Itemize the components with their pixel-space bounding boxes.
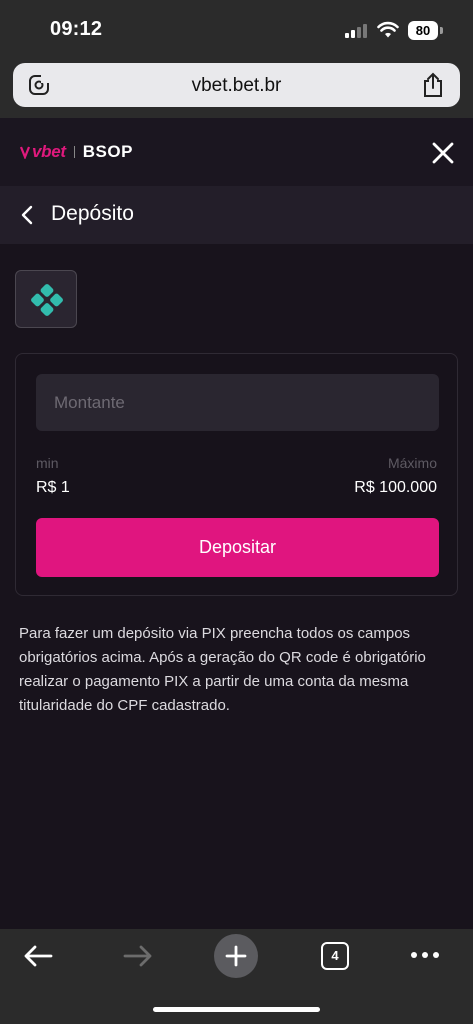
- pix-icon: [31, 284, 63, 316]
- url-text[interactable]: vbet.bet.br: [13, 75, 460, 97]
- page-title-bar: Depósito: [0, 186, 473, 244]
- close-icon[interactable]: [430, 140, 456, 166]
- pix-info-text: Para fazer um depósito via PIX preencha …: [19, 625, 426, 714]
- logo-partner: BSOP: [82, 142, 133, 161]
- back-arrow-icon[interactable]: [22, 943, 54, 969]
- battery-indicator: 80: [408, 21, 438, 40]
- site-logo[interactable]: vbet BSOP: [20, 142, 133, 162]
- amount-input[interactable]: [36, 374, 439, 431]
- forward-arrow-icon[interactable]: [122, 943, 154, 969]
- battery-tip: [440, 27, 443, 34]
- browser-address-area: vbet.bet.br: [0, 58, 473, 118]
- more-icon[interactable]: [410, 951, 440, 959]
- logo-divider: [73, 146, 75, 158]
- deposit-form: min Máximo R$ 1 R$ 100.000 Depositar: [15, 353, 458, 596]
- payment-method-pix[interactable]: [15, 270, 77, 328]
- wifi-icon: [377, 21, 399, 38]
- max-value: R$ 100.000: [354, 479, 437, 496]
- address-bar[interactable]: vbet.bet.br: [13, 63, 460, 107]
- plus-icon: [225, 945, 247, 967]
- status-bar: 09:12 80: [0, 0, 473, 58]
- chevron-left-icon[interactable]: [18, 204, 38, 226]
- deposit-button[interactable]: Depositar: [36, 518, 439, 577]
- min-value: R$ 1: [36, 479, 70, 496]
- home-indicator: [153, 1007, 320, 1012]
- tabs-button[interactable]: 4: [321, 942, 349, 970]
- new-tab-button[interactable]: [214, 934, 258, 978]
- logo-vbet: vbet: [32, 142, 66, 161]
- status-time: 09:12: [50, 18, 103, 40]
- cellular-signal-icon: [345, 24, 367, 38]
- share-icon[interactable]: [422, 72, 444, 98]
- site-header: vbet BSOP: [0, 118, 473, 186]
- max-label: Máximo: [387, 455, 437, 471]
- min-label: min: [36, 455, 59, 471]
- page-title: Depósito: [51, 202, 134, 225]
- vbet-crown-icon: [20, 146, 30, 159]
